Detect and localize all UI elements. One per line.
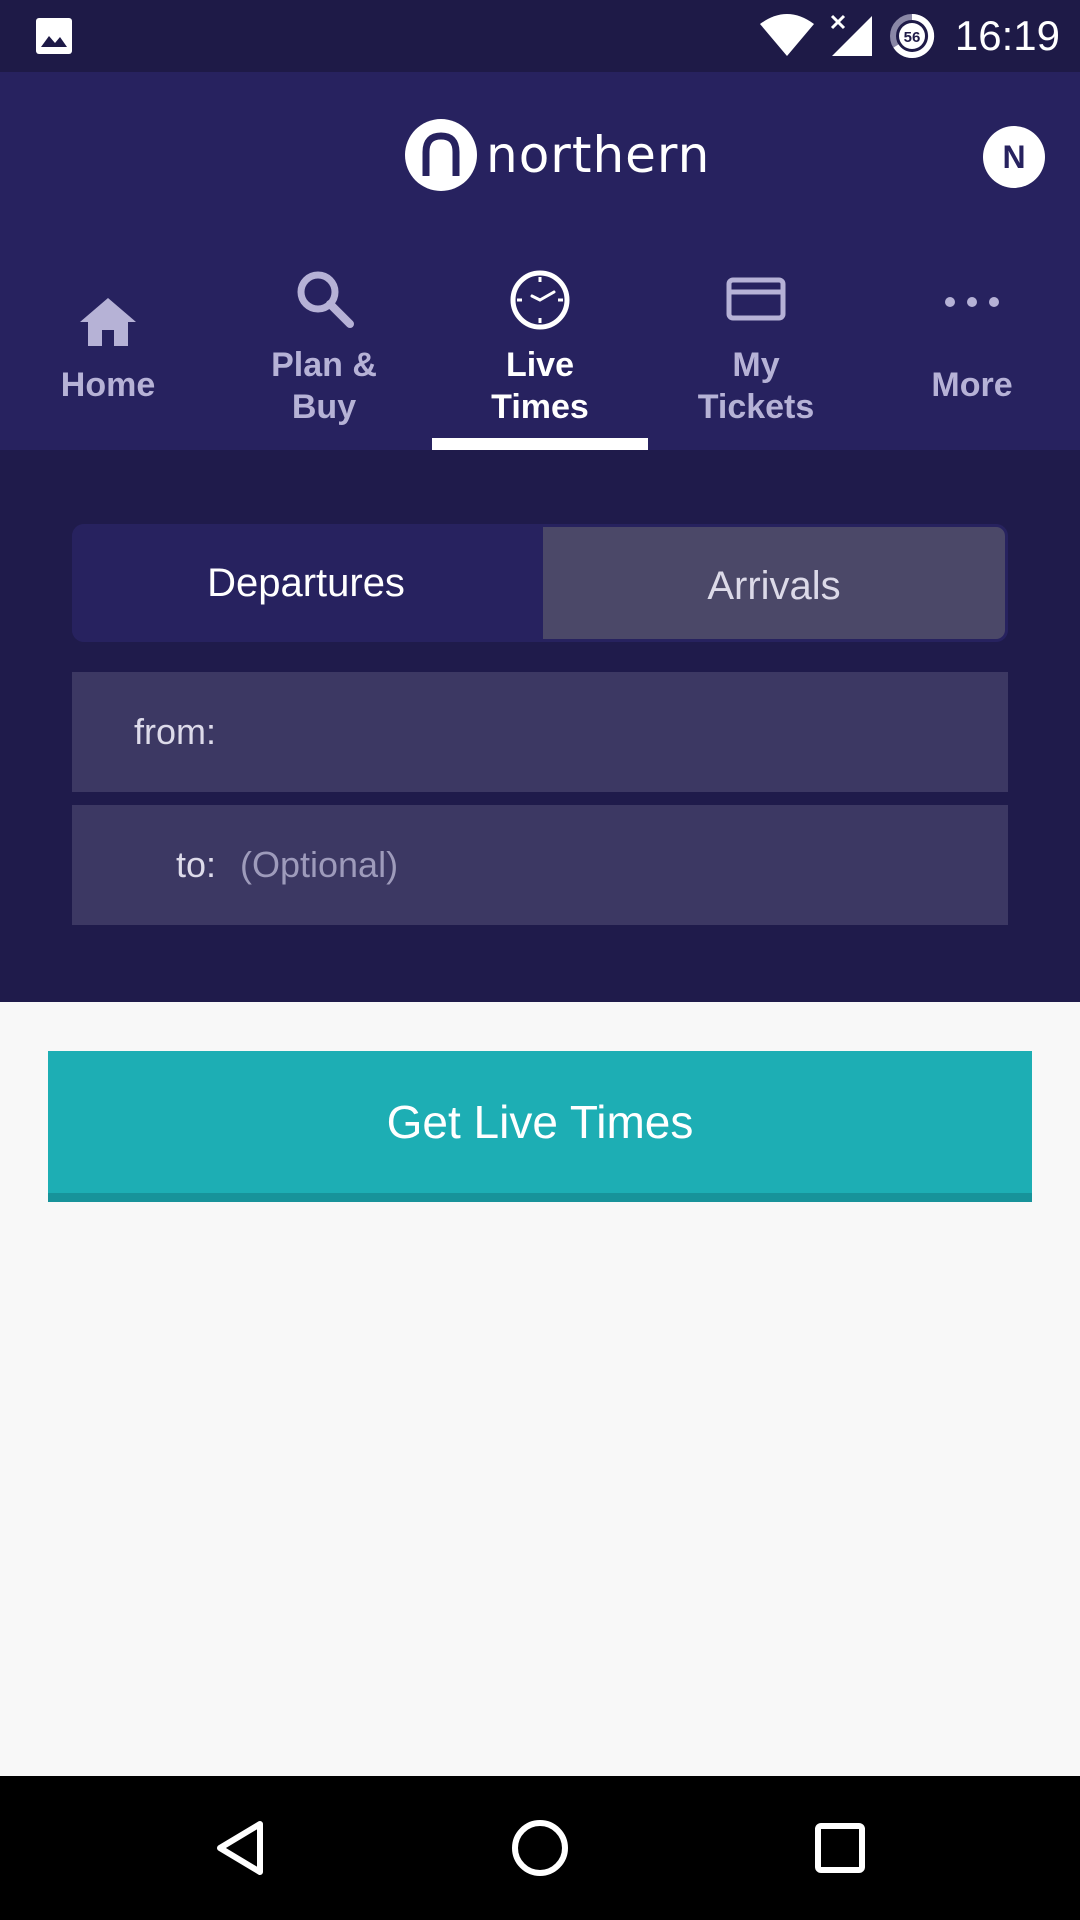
home-icon xyxy=(80,298,136,346)
nav-plan-buy[interactable]: Plan & Buy xyxy=(216,260,432,450)
get-live-times-button[interactable]: Get Live Times xyxy=(48,1051,1032,1202)
from-label: from: xyxy=(133,711,216,752)
departures-tab[interactable]: Departures xyxy=(72,524,540,642)
app-header: northern N Home Plan & Buy Live Times My… xyxy=(0,72,1080,450)
northern-logo-mark xyxy=(405,119,477,191)
battery-level: 56 xyxy=(904,29,921,46)
gallery-icon xyxy=(36,18,72,54)
clock-icon xyxy=(510,270,570,330)
signal-icon xyxy=(830,14,872,56)
from-input[interactable] xyxy=(240,672,980,792)
status-bar: 56 16:19 xyxy=(0,0,1080,72)
nav-my-tickets[interactable]: My Tickets xyxy=(648,260,864,450)
nav-live-times-label: Live xyxy=(505,346,575,384)
main-nav: Home Plan & Buy Live Times My Tickets Mo… xyxy=(0,260,1080,450)
status-time: 16:19 xyxy=(954,12,1060,59)
from-field[interactable]: from: xyxy=(72,672,1008,792)
nav-my-tickets-label: My xyxy=(732,346,780,384)
more-icon xyxy=(945,297,999,307)
brand-name: northern xyxy=(486,126,711,184)
nav-my-tickets-label-2: Tickets xyxy=(697,388,815,426)
search-panel: Departures Arrivals from: to: xyxy=(0,450,1080,1002)
nav-home[interactable]: Home xyxy=(0,260,216,450)
wifi-icon xyxy=(760,14,814,56)
ticket-icon xyxy=(726,277,786,321)
active-tab-indicator xyxy=(432,438,648,450)
account-avatar[interactable]: N xyxy=(983,126,1045,188)
nav-home-label: Home xyxy=(60,366,156,404)
direction-toggle: Departures Arrivals xyxy=(72,524,1008,642)
to-label: to: xyxy=(175,844,216,885)
nav-plan-buy-label: Plan & xyxy=(271,346,377,384)
northern-logo: northern xyxy=(404,118,709,194)
home-button-icon[interactable] xyxy=(508,1816,572,1880)
search-icon xyxy=(297,271,354,328)
nav-live-times[interactable]: Live Times xyxy=(432,260,648,450)
recents-icon[interactable] xyxy=(808,1816,872,1880)
arrivals-tab[interactable]: Arrivals xyxy=(540,524,1008,642)
to-input[interactable] xyxy=(240,805,980,925)
system-nav-bar xyxy=(0,1776,1080,1920)
nav-more-label: More xyxy=(931,366,1013,404)
battery-saver-icon: 56 xyxy=(890,13,935,58)
back-icon[interactable] xyxy=(210,1816,274,1880)
to-field[interactable]: to: xyxy=(72,805,1008,925)
nav-live-times-label-2: Times xyxy=(491,388,589,426)
nav-plan-buy-label-2: Buy xyxy=(291,388,357,426)
nav-more[interactable]: More xyxy=(864,260,1080,450)
